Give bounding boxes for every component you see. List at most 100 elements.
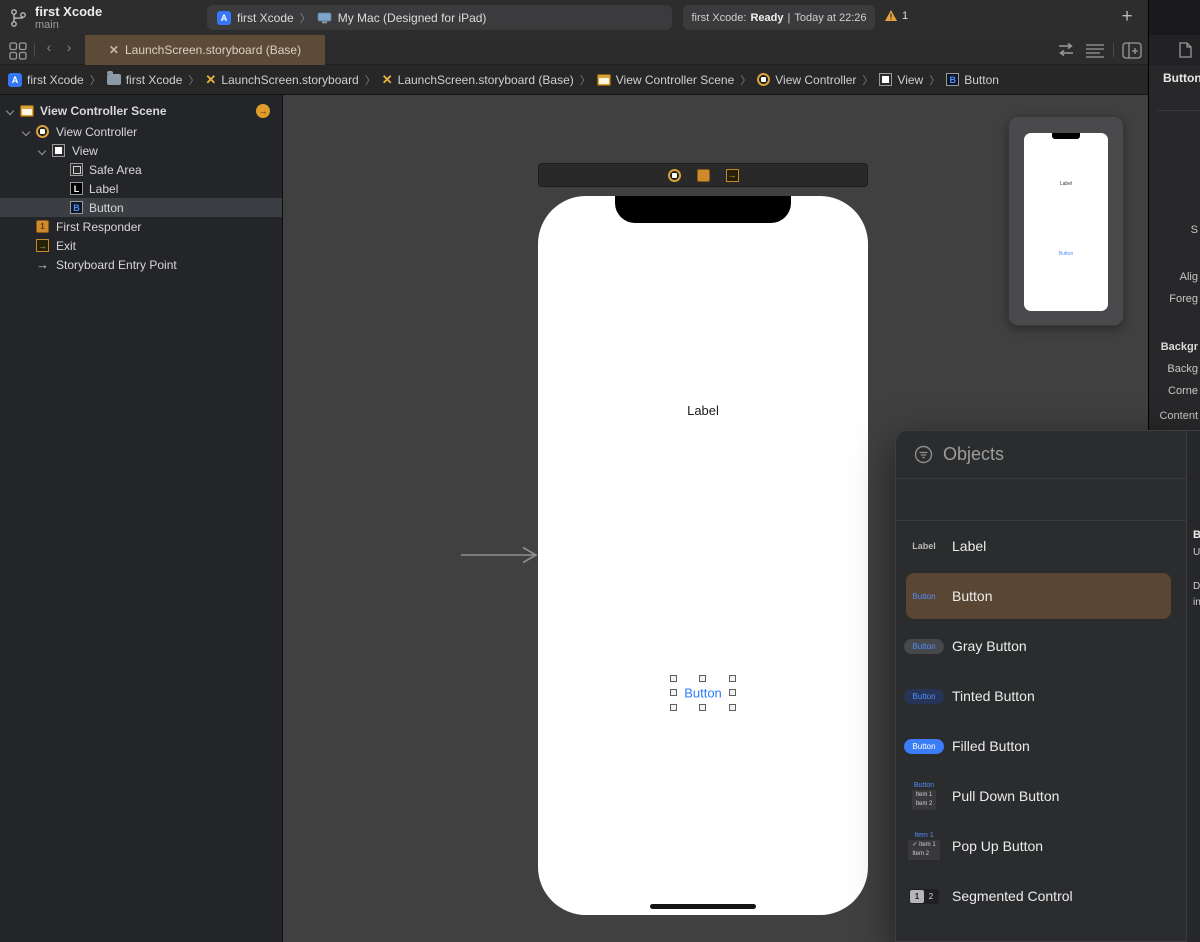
menu-item: Item 2 (912, 851, 929, 857)
inspector-divider (1157, 110, 1200, 111)
outline-label: View Controller (56, 124, 138, 139)
forward-button[interactable]: › (60, 39, 78, 55)
toolbar-branch-name: main (35, 19, 59, 32)
first-responder-icon: 1 (36, 220, 49, 233)
outline-row-first-responder[interactable]: 1 First Responder (0, 217, 282, 236)
selection-handle[interactable] (729, 704, 736, 711)
outline-row-entry-point[interactable]: → Storyboard Entry Point (0, 255, 282, 274)
selection-handle[interactable] (670, 689, 677, 696)
disclosure-chevron-icon[interactable] (6, 107, 14, 115)
editor-options-icon[interactable] (1085, 42, 1105, 58)
library-item-button[interactable]: Button Button (896, 571, 1186, 621)
disclosure-chevron-icon[interactable] (38, 147, 46, 155)
selection-handle[interactable] (670, 675, 677, 682)
objects-library-panel: Objects Label Label Button Button Button… (895, 430, 1200, 942)
library-item-name: Filled Button (952, 738, 1030, 754)
filter-icon[interactable] (914, 445, 933, 464)
view-controller-dock-icon[interactable] (667, 168, 681, 182)
scheme-target[interactable]: first Xcode (237, 11, 294, 25)
selection-handle[interactable] (729, 675, 736, 682)
jumpbar-item-project[interactable]: A first Xcode (8, 72, 84, 87)
project-icon: A (8, 72, 22, 87)
tabbar-divider (34, 43, 35, 57)
inspector-field-content: Content (1159, 410, 1198, 422)
canvas-label[interactable]: Label (538, 403, 868, 418)
gray-button-preview-icon: Button (904, 638, 944, 654)
selection-handle[interactable] (699, 675, 706, 682)
outline-label: First Responder (56, 219, 142, 234)
inspector-field-corner: Corne (1168, 385, 1198, 397)
status-state: Ready (750, 11, 784, 24)
outline-row-exit[interactable]: → Exit (0, 236, 282, 255)
project-branch-area[interactable]: first Xcode main (10, 4, 102, 32)
folder-icon (106, 71, 121, 85)
add-editor-icon[interactable] (1122, 42, 1142, 59)
outline-row-label[interactable]: L Label (0, 179, 282, 198)
library-item-label[interactable]: Label Label (896, 521, 1186, 571)
selection-handle[interactable] (729, 689, 736, 696)
related-items-icon[interactable] (8, 41, 28, 61)
exit-dock-icon[interactable]: → (725, 168, 739, 182)
outline-label: Storyboard Entry Point (56, 257, 177, 272)
warning-icon (885, 10, 897, 21)
storyboard-icon: ✕ (205, 72, 217, 87)
warning-badge[interactable]: 1 (884, 9, 908, 22)
jumpbar-item-storyboard[interactable]: ✕ LaunchScreen.storyboard (205, 73, 358, 87)
outline-row-scene[interactable]: View Controller Scene → (0, 99, 282, 122)
jumpbar-label: View Controller Scene (615, 72, 735, 87)
device-preview-thumbnail[interactable]: Label Button (1008, 116, 1124, 326)
outline-row-view-controller[interactable]: View Controller (0, 122, 282, 141)
library-item-pop-up-button[interactable]: Item 1 ✓ Item 1 Item 2 Pop Up Button (896, 821, 1186, 871)
button-icon: B (946, 73, 960, 86)
jumpbar-item-storyboard-base[interactable]: ✕ LaunchScreen.storyboard (Base) (382, 73, 574, 87)
menu-item: Item 2 (915, 801, 933, 807)
entry-point-badge-icon[interactable]: → (256, 103, 270, 118)
library-item-pull-down-button[interactable]: Button Item 1 Item 2 Pull Down Button (896, 771, 1186, 821)
back-button[interactable]: ‹ (40, 39, 58, 55)
library-search-area[interactable] (896, 479, 1186, 521)
jumpbar-item-view[interactable]: View (879, 73, 923, 87)
library-item-gray-button[interactable]: Button Gray Button (896, 621, 1186, 671)
library-item-tinted-button[interactable]: Button Tinted Button (896, 671, 1186, 721)
disclosure-chevron-icon[interactable] (22, 128, 30, 136)
canvas-selected-button[interactable]: Button (668, 673, 738, 713)
jumpbar-item-group[interactable]: first Xcode (106, 71, 182, 87)
filled-button-preview-icon: Button (904, 738, 944, 754)
library-item-name: Pop Up Button (952, 838, 1044, 854)
menu-item: ✓ Item 1 (912, 842, 936, 848)
storyboard-icon: ✕ (381, 72, 393, 87)
library-item-name: Pull Down Button (952, 788, 1060, 804)
outline-row-safe-area[interactable]: Safe Area (0, 160, 282, 179)
jumpbar-item-view-controller[interactable]: View Controller (757, 73, 856, 87)
segment-2: 2 (928, 891, 934, 901)
code-review-icon[interactable] (1055, 42, 1077, 58)
selection-handle[interactable] (699, 704, 706, 711)
tab-label: LaunchScreen.storyboard (Base) (124, 43, 302, 57)
canvas-button-title[interactable]: Button (668, 686, 738, 701)
library-item-name: Tinted Button (952, 688, 1035, 704)
inspector-field-background: Backg (1167, 363, 1198, 375)
file-inspector-icon[interactable] (1179, 42, 1192, 58)
library-item-filled-button[interactable]: Button Filled Button (896, 721, 1186, 771)
library-add-button[interactable]: + (1114, 4, 1140, 30)
jumpbar-item-button[interactable]: B Button (946, 73, 999, 87)
label-icon: L (70, 182, 83, 195)
library-item-segmented-control[interactable]: 1 2 Segmented Control (896, 871, 1186, 921)
storyboard-entry-arrow-icon[interactable] (459, 545, 541, 565)
tab-launchscreen-storyboard[interactable]: ✕ LaunchScreen.storyboard (Base) (85, 35, 325, 65)
first-responder-dock-icon[interactable] (696, 168, 710, 182)
library-item-name: Button (952, 588, 993, 604)
scheme-destination[interactable]: My Mac (Designed for iPad) (338, 11, 487, 25)
view-controller-device-frame[interactable]: Label Button (538, 196, 868, 915)
outline-row-button[interactable]: B Button (0, 198, 282, 217)
scheme-selector[interactable]: A first Xcode 〉 My Mac (Designed for iPa… (207, 5, 672, 30)
preview-screen: Label Button (1024, 133, 1108, 311)
pull-down-preview-menu: Item 1 Item 2 (911, 790, 937, 810)
view-controller-icon (757, 73, 771, 86)
jumpbar-item-scene[interactable]: View Controller Scene (596, 72, 735, 87)
selection-handle[interactable] (670, 704, 677, 711)
outline-row-view[interactable]: View (0, 141, 282, 160)
inspector-field-alignment: Alig (1179, 271, 1198, 283)
outline-label: View (72, 143, 98, 158)
inspector-field-foreground: Foreg (1169, 293, 1198, 305)
